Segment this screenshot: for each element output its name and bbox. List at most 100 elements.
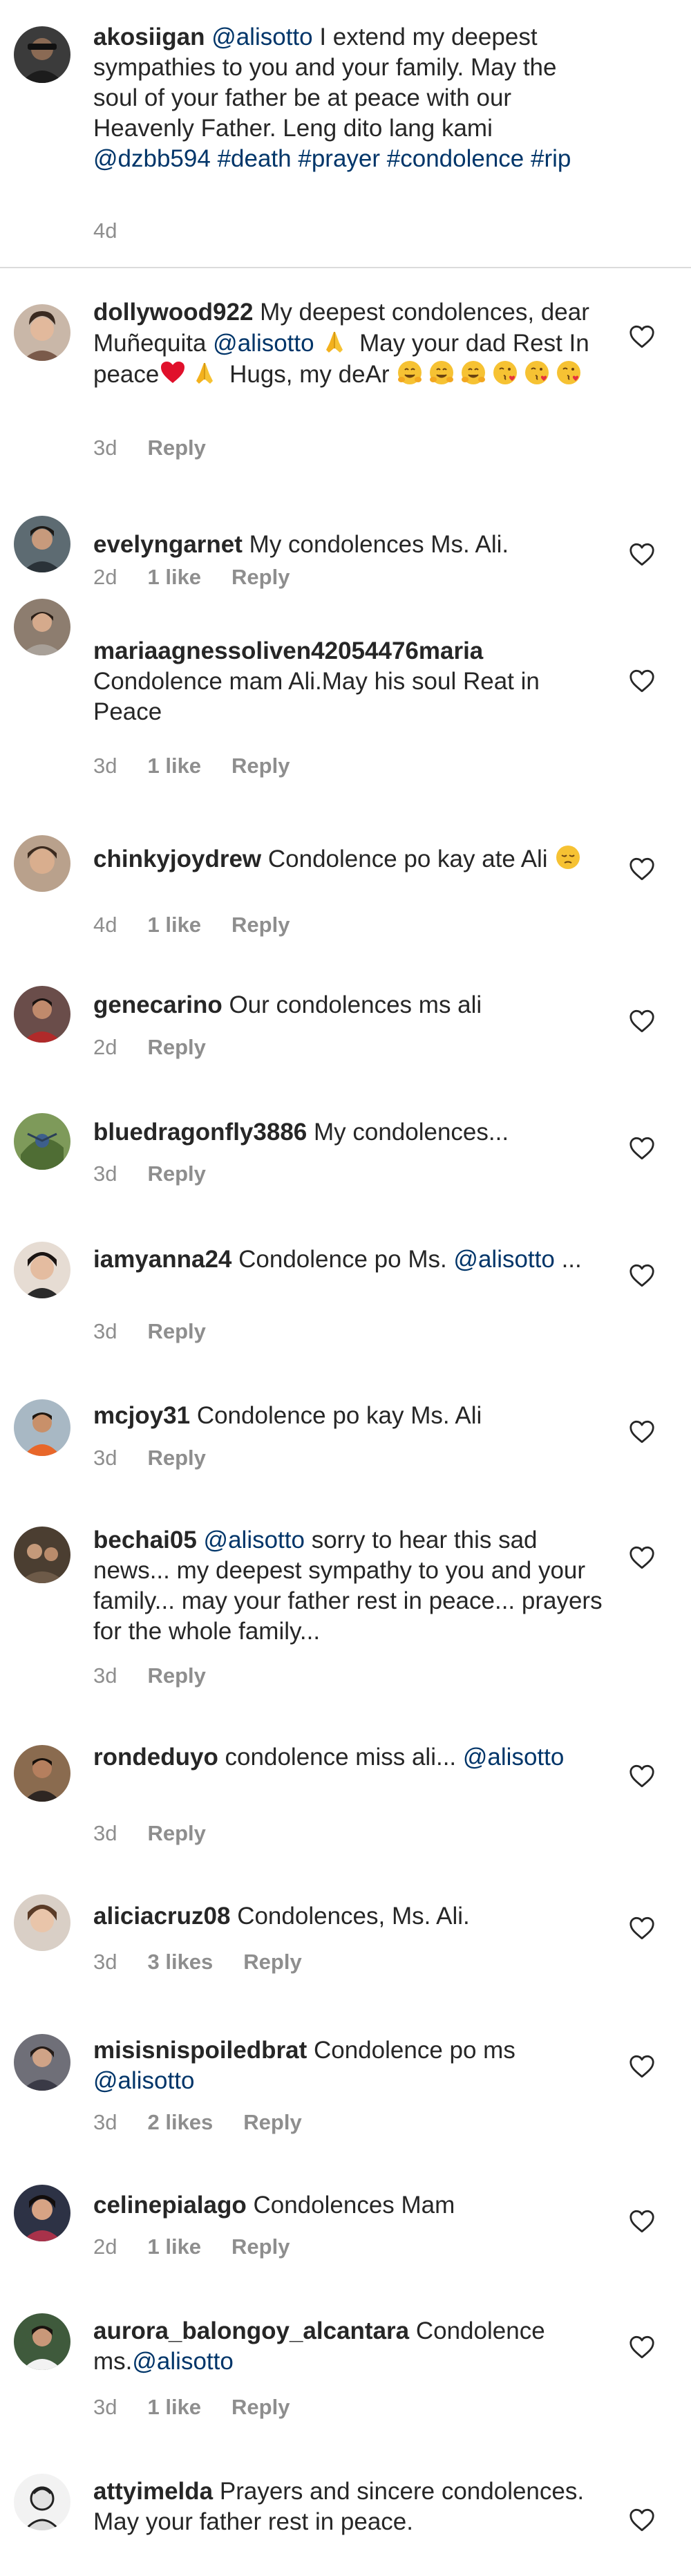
username-link[interactable]: misisnispoiledbrat — [93, 2037, 307, 2064]
hashtag-link[interactable]: #prayer — [298, 145, 380, 172]
avatar[interactable] — [14, 1894, 70, 1951]
reply-button[interactable]: Reply — [231, 754, 290, 778]
reply-button[interactable]: Reply — [147, 1035, 205, 1059]
avatar[interactable] — [14, 1745, 70, 1802]
username-link[interactable]: mcjoy31 — [93, 1402, 190, 1429]
heart-outline-icon[interactable] — [629, 1264, 655, 1287]
avatar[interactable] — [14, 1113, 70, 1170]
mention-link[interactable]: @alisotto — [463, 1744, 564, 1771]
hashtag-link[interactable]: #rip — [531, 145, 571, 172]
avatar[interactable] — [14, 304, 70, 361]
heart-outline-icon[interactable] — [629, 1546, 655, 1569]
username-link[interactable]: akosiigan — [93, 24, 205, 50]
timestamp[interactable]: 2d — [93, 2234, 117, 2259]
username-link[interactable]: attyimelda — [93, 2478, 213, 2505]
username-link[interactable]: celinepialago — [93, 2192, 247, 2219]
username-link[interactable]: dollywood922 — [93, 299, 253, 326]
timestamp[interactable]: 4d — [93, 218, 117, 243]
username-link[interactable]: iamyanna24 — [93, 1246, 231, 1273]
reply-button[interactable]: Reply — [147, 1161, 205, 1186]
username-link[interactable]: evelyngarnet — [93, 531, 243, 558]
avatar[interactable] — [14, 1527, 70, 1583]
likes-count[interactable]: 1 like — [147, 2395, 201, 2419]
comment-text: chinkyjoydrew Condolence po kay ate Ali — [93, 843, 605, 875]
mention-link[interactable]: @alisotto — [213, 330, 314, 357]
avatar[interactable] — [14, 26, 70, 83]
timestamp[interactable]: 3d — [93, 436, 117, 460]
comment-body: Condolence mam Ali.May his soul Reat in … — [93, 668, 540, 725]
mention-link[interactable]: @alisotto — [132, 2348, 233, 2375]
mention-link[interactable]: @alisotto — [204, 1527, 305, 1553]
timestamp[interactable]: 4d — [93, 913, 117, 937]
heart-outline-icon[interactable] — [629, 1916, 655, 1940]
heart-outline-icon[interactable] — [629, 1137, 655, 1160]
reply-button[interactable]: Reply — [147, 1446, 205, 1470]
reply-button[interactable]: Reply — [147, 1663, 205, 1688]
reply-button[interactable]: Reply — [147, 1821, 205, 1845]
likes-count[interactable]: 1 like — [147, 565, 201, 589]
hashtag-link[interactable]: #condolence — [387, 145, 524, 172]
avatar[interactable] — [14, 2474, 70, 2530]
heart-outline-icon[interactable] — [629, 2508, 655, 2532]
likes-count[interactable]: 3 likes — [147, 1950, 213, 1974]
avatar[interactable] — [14, 1399, 70, 1456]
reply-button[interactable]: Reply — [243, 1950, 301, 1974]
comment-text: misisnispoiledbrat Condolence po ms @ali… — [93, 2035, 605, 2096]
avatar[interactable] — [14, 2185, 70, 2241]
reply-button[interactable]: Reply — [243, 2110, 301, 2134]
heart-outline-icon[interactable] — [629, 325, 655, 348]
reply-button[interactable]: Reply — [231, 913, 290, 937]
timestamp[interactable]: 3d — [93, 1950, 117, 1974]
username-link[interactable]: chinkyjoydrew — [93, 846, 261, 872]
mention-link[interactable]: @alisotto — [211, 24, 312, 50]
username-link[interactable]: aliciacruz08 — [93, 1903, 230, 1930]
comment-text: aurora_balongoy_alcantara Condolence ms.… — [93, 2316, 605, 2377]
mention-link[interactable]: @dzbb594 — [93, 145, 211, 172]
heart-outline-icon[interactable] — [629, 2055, 655, 2078]
heart-outline-icon[interactable] — [629, 857, 655, 881]
username-link[interactable]: genecarino — [93, 991, 223, 1018]
hashtag-link[interactable]: #death — [218, 145, 292, 172]
mention-link[interactable]: @alisotto — [93, 2067, 194, 2094]
username-link[interactable]: bechai05 — [93, 1527, 197, 1553]
avatar[interactable] — [14, 599, 70, 655]
heart-outline-icon[interactable] — [629, 1764, 655, 1788]
timestamp[interactable]: 3d — [93, 1446, 117, 1470]
likes-count[interactable]: 1 like — [147, 754, 201, 778]
likes-count[interactable]: 1 like — [147, 913, 201, 937]
timestamp[interactable]: 3d — [93, 1161, 117, 1186]
timestamp[interactable]: 3d — [93, 1821, 117, 1845]
timestamp[interactable]: 3d — [93, 2110, 117, 2134]
username-link[interactable]: mariaagnessoliven42054476maria — [93, 637, 483, 664]
avatar[interactable] — [14, 986, 70, 1043]
reply-button[interactable]: Reply — [147, 436, 205, 460]
heart-outline-icon[interactable] — [629, 2210, 655, 2233]
username-link[interactable]: bluedragonfly3886 — [93, 1119, 307, 1146]
heart-outline-icon[interactable] — [629, 1009, 655, 1033]
mention-link[interactable]: @alisotto — [453, 1246, 554, 1273]
reply-button[interactable]: Reply — [147, 1319, 205, 1343]
reply-button[interactable]: Reply — [231, 565, 290, 589]
username-link[interactable]: rondeduyo — [93, 1744, 218, 1771]
avatar[interactable] — [14, 516, 70, 572]
timestamp[interactable]: 3d — [93, 754, 117, 778]
reply-button[interactable]: Reply — [231, 2234, 290, 2259]
avatar[interactable] — [14, 1242, 70, 1298]
comment-meta: 2d 1 like Reply — [93, 565, 320, 590]
heart-outline-icon[interactable] — [629, 1420, 655, 1444]
timestamp[interactable]: 3d — [93, 1663, 117, 1688]
likes-count[interactable]: 1 like — [147, 2234, 201, 2259]
timestamp[interactable]: 2d — [93, 565, 117, 589]
avatar[interactable] — [14, 2313, 70, 2370]
timestamp[interactable]: 2d — [93, 1035, 117, 1059]
heart-outline-icon[interactable] — [629, 669, 655, 693]
reply-button[interactable]: Reply — [231, 2395, 290, 2419]
heart-outline-icon[interactable] — [629, 543, 655, 566]
heart-outline-icon[interactable] — [629, 2335, 655, 2359]
timestamp[interactable]: 3d — [93, 2395, 117, 2419]
likes-count[interactable]: 2 likes — [147, 2110, 213, 2134]
avatar[interactable] — [14, 2034, 70, 2091]
timestamp[interactable]: 3d — [93, 1319, 117, 1343]
username-link[interactable]: aurora_balongoy_alcantara — [93, 2317, 409, 2344]
avatar[interactable] — [14, 835, 70, 892]
